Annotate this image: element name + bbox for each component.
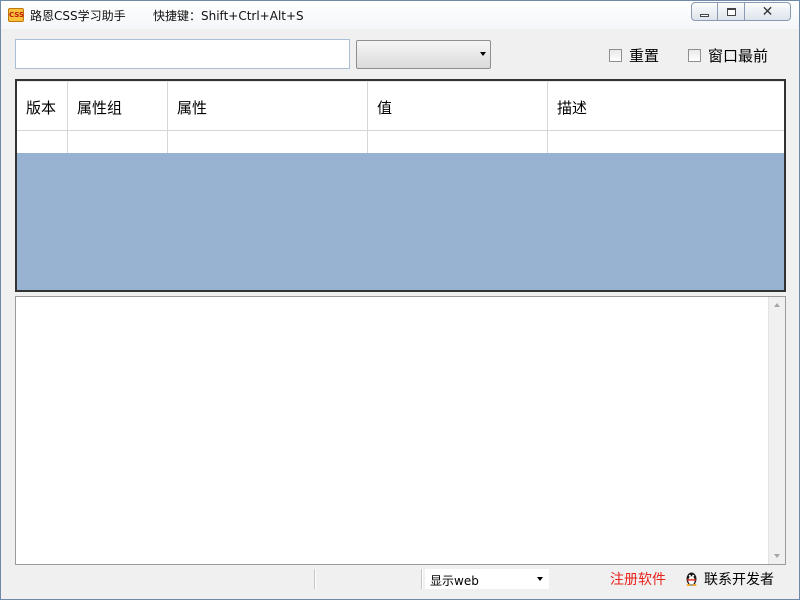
- close-icon: ✕: [761, 3, 774, 20]
- chevron-down-icon: [480, 52, 486, 56]
- chevron-down-icon: [537, 577, 543, 581]
- contact-developer-link[interactable]: 联系开发者: [704, 569, 774, 589]
- column-header-label: 描述: [557, 99, 588, 117]
- table-cell[interactable]: [548, 131, 784, 153]
- description-panel[interactable]: [15, 296, 786, 565]
- scroll-up-icon[interactable]: [774, 303, 780, 307]
- register-software-link[interactable]: 注册软件: [610, 569, 666, 589]
- column-header-label: 属性组: [77, 99, 123, 117]
- table-row[interactable]: [17, 131, 784, 153]
- column-header-label: 版本: [26, 99, 57, 117]
- column-header-label: 值: [377, 99, 393, 117]
- topmost-checkbox-box[interactable]: [688, 49, 701, 62]
- display-mode-select[interactable]: 显示web: [425, 569, 549, 589]
- close-button[interactable]: ✕: [745, 2, 791, 21]
- title-bar[interactable]: CSS 路恩CSS学习助手 快捷键：Shift+Ctrl+Alt+S ✕: [1, 1, 799, 29]
- maximize-button[interactable]: [718, 2, 745, 21]
- column-header-version[interactable]: 版本: [17, 82, 68, 130]
- maximize-icon: [726, 7, 736, 16]
- reset-checkbox-box[interactable]: [609, 49, 622, 62]
- reset-checkbox[interactable]: 重置: [609, 45, 659, 66]
- topmost-checkbox-label: 窗口最前: [708, 47, 769, 65]
- column-header-property[interactable]: 属性: [168, 82, 368, 130]
- status-bar: 显示web 注册软件 联系开发者: [1, 567, 799, 591]
- app-window: CSS 路恩CSS学习助手 快捷键：Shift+Ctrl+Alt+S ✕ 重置 …: [0, 0, 800, 600]
- grid-header: 版本 属性组 属性 值 描述: [17, 81, 784, 131]
- reset-checkbox-label: 重置: [629, 47, 660, 65]
- caption-buttons: ✕: [691, 2, 791, 21]
- qq-penguin-icon: [686, 572, 697, 586]
- vertical-scrollbar[interactable]: [768, 297, 785, 564]
- column-header-description[interactable]: 描述: [548, 82, 784, 130]
- topmost-checkbox[interactable]: 窗口最前: [688, 45, 768, 66]
- table-cell[interactable]: [368, 131, 548, 153]
- filter-combobox[interactable]: [356, 40, 491, 69]
- minimize-icon: [700, 13, 709, 17]
- window-title: 路恩CSS学习助手: [30, 9, 126, 23]
- property-grid[interactable]: 版本 属性组 属性 值 描述: [15, 79, 786, 292]
- scroll-down-icon[interactable]: [774, 554, 780, 558]
- status-separator: [314, 569, 316, 589]
- column-header-group[interactable]: 属性组: [68, 82, 168, 130]
- column-header-label: 属性: [177, 99, 208, 117]
- display-mode-value: 显示web: [430, 574, 479, 588]
- search-input[interactable]: [15, 39, 350, 69]
- table-cell[interactable]: [68, 131, 168, 153]
- minimize-button[interactable]: [691, 2, 718, 21]
- column-header-value[interactable]: 值: [368, 82, 548, 130]
- app-logo-icon: CSS: [8, 8, 24, 22]
- status-separator: [421, 569, 423, 589]
- table-cell[interactable]: [17, 131, 68, 153]
- table-cell[interactable]: [168, 131, 368, 153]
- hotkey-hint: 快捷键：Shift+Ctrl+Alt+S: [153, 9, 304, 23]
